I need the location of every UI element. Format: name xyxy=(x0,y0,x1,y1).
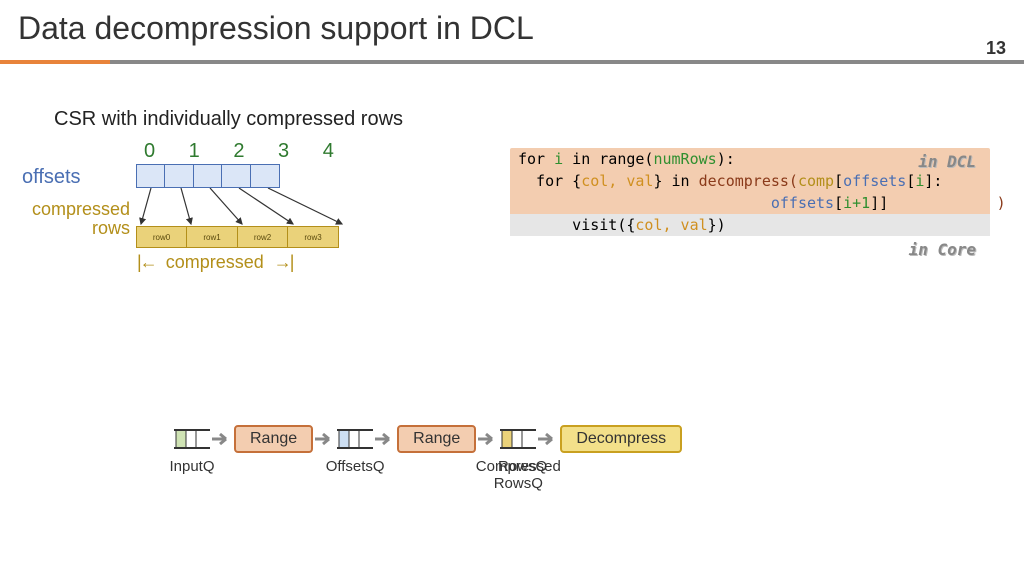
queue-label: OffsetsQ xyxy=(295,458,415,475)
stage-range: Range xyxy=(397,425,476,453)
offsets-array xyxy=(137,164,280,188)
annotation-core: in Core xyxy=(909,240,976,259)
arrow-icon xyxy=(478,432,498,446)
offset-indices: 0 1 2 3 4 xyxy=(144,140,348,163)
divider xyxy=(0,60,1024,64)
stage-decompress: Decompress xyxy=(560,425,682,453)
csr-caption: CSR with individually compressed rows xyxy=(54,108,403,131)
arrow-icon xyxy=(315,432,335,446)
compressed-rows-label: compressedrows xyxy=(0,200,130,238)
compressed-rows-array: row0 row1 row2 row3 xyxy=(137,226,339,248)
code-line: offsets[i+1]] ) xyxy=(510,192,990,214)
offset-cell xyxy=(250,164,280,188)
row-cell: row1 xyxy=(186,226,238,248)
offset-cell xyxy=(136,164,166,188)
code-block: in DCL in Core for i in range(numRows): … xyxy=(510,148,990,236)
row-cell: row3 xyxy=(287,226,339,248)
arrow-icon xyxy=(375,432,395,446)
queue-inputq: InputQ xyxy=(174,424,210,454)
page-title: Data decompression support in DCL xyxy=(18,10,534,47)
queue-comprowsq: Compressed RowsQ xyxy=(500,424,536,454)
annotation-dcl: in DCL xyxy=(918,152,976,171)
compressed-span-label: |← compressed →| xyxy=(137,252,292,273)
code-line-core: visit({col, val}) xyxy=(510,214,990,236)
offset-connectors xyxy=(137,188,357,228)
queue-offsetsq: OffsetsQ xyxy=(337,424,373,454)
offset-cell xyxy=(221,164,251,188)
stage-range: Range xyxy=(234,425,313,453)
row-cell: row2 xyxy=(237,226,289,248)
pipeline-diagram: InputQ Range OffsetsQ Range Compressed R… xyxy=(170,424,686,454)
offset-cell xyxy=(193,164,223,188)
offset-cell xyxy=(164,164,194,188)
row-cell: row0 xyxy=(136,226,188,248)
code-line: for {col, val} in decompress(comp[offset… xyxy=(510,170,990,192)
queue-label: InputQ xyxy=(132,458,252,475)
page-number: 13 xyxy=(986,38,1006,59)
offsets-label: offsets xyxy=(22,166,81,189)
arrow-icon xyxy=(212,432,232,446)
divider-accent xyxy=(0,60,110,64)
arrow-icon xyxy=(538,432,558,446)
queue-label-rowsq: RowsQ xyxy=(498,458,547,475)
